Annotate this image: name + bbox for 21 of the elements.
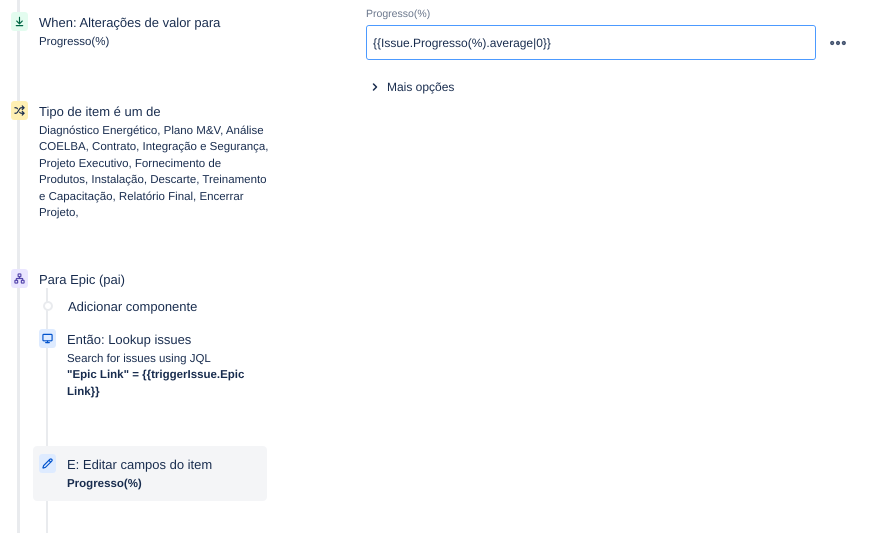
step-title[interactable]: Tipo de item é um de [39,102,271,120]
value-input[interactable]: {{Issue.Progresso(%).average|0}} [366,25,816,60]
step-title: E: Editar campos do item [67,456,214,473]
action-card[interactable]: Então: Lookup issues Search for issues using JQL "Epic Link" = {{triggerIssue.Epic Link}} [33,328,267,400]
step-detail: Diagnóstico Energético, Plano M&V, Análise COELBA, Contrato, Integração e Segurança, Projeto Executivo, Fornecimento de Produtos, Instalação, Descarte, Treinamento e Capacitação, Relatório Final, Encerrar Projeto, [39,124,270,221]
more-options-toggle[interactable]: Mais opções [366,80,454,94]
pencil-icon [39,454,56,473]
step-detail: Search for issues using JQL [67,352,212,366]
monitor-icon [39,328,56,348]
download-icon [11,12,28,31]
step-value: "Epic Link" = {{triggerIssue.Epic Link}} [67,368,246,400]
field-label: Progresso(%) [366,8,432,20]
shuffle-icon [11,100,28,120]
step-title[interactable]: Para Epic (pai) [39,270,125,288]
add-component-link[interactable]: Adicionar componente [68,298,198,314]
hierarchy-icon [11,268,28,288]
step-value: Progresso(%) [67,477,143,492]
step-detail: Progresso(%) [39,35,110,50]
action-card[interactable]: E: Editar campos do item Progresso(%) [33,446,267,500]
step-title[interactable]: When: Alterações de valor para [39,14,220,31]
step-title: Então: Lookup issues [67,330,192,348]
